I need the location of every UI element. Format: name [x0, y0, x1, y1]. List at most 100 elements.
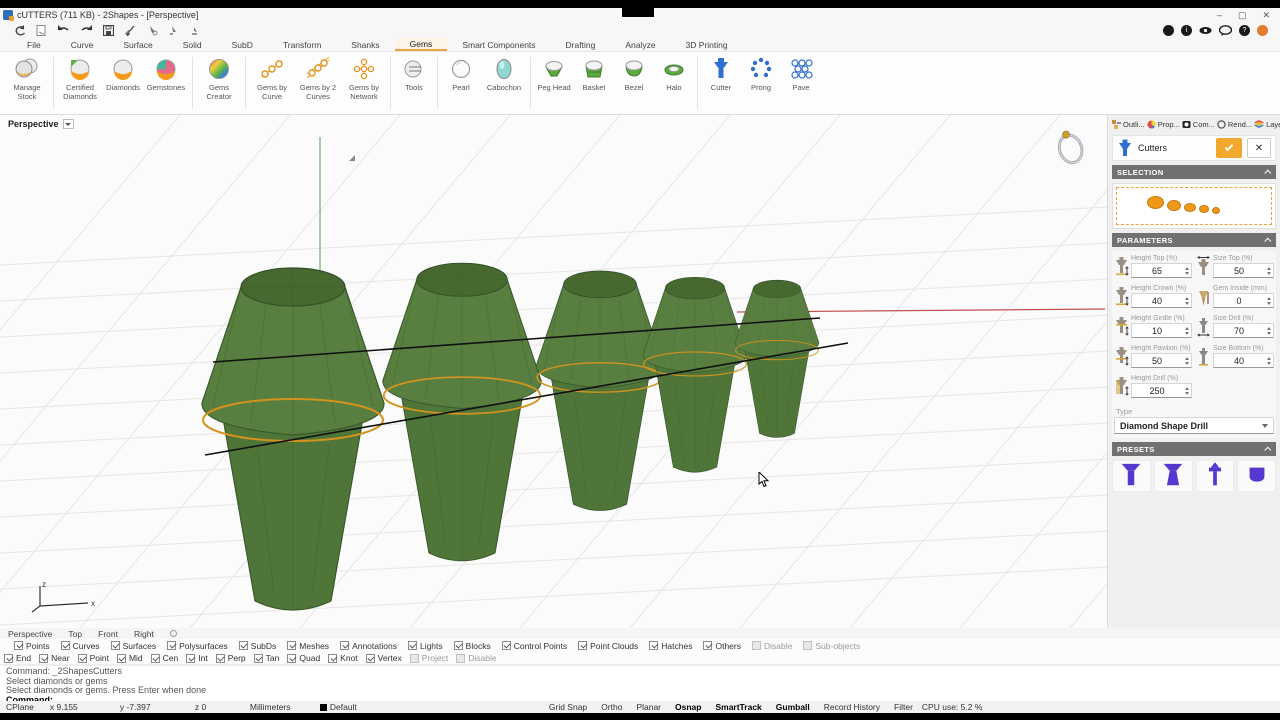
panel-tab-layers[interactable]: Layers — [1254, 120, 1280, 129]
select-window-icon[interactable] — [124, 25, 136, 36]
osnap-project[interactable]: Project — [410, 653, 448, 663]
spinner[interactable] — [1182, 294, 1191, 307]
spinner[interactable] — [1264, 324, 1273, 337]
preset-flared-drill[interactable] — [1154, 460, 1193, 492]
filter-subds[interactable]: SubDs — [239, 641, 277, 651]
spinner[interactable] — [1264, 264, 1273, 277]
selection-section-header[interactable]: SELECTION — [1112, 165, 1276, 179]
viewport-title[interactable]: Perspective — [8, 119, 74, 129]
viewport-menu-caret-icon[interactable] — [63, 119, 74, 129]
redo-icon[interactable] — [80, 25, 93, 36]
spinner[interactable] — [1264, 294, 1273, 307]
units-status[interactable]: Millimeters — [242, 702, 312, 712]
info-icon[interactable]: i — [1181, 25, 1192, 36]
panel-tab-outliner[interactable]: Outli... — [1112, 120, 1145, 129]
height-drill-input[interactable]: 250 — [1131, 383, 1192, 398]
filter-point-clouds[interactable]: Point Clouds — [578, 641, 638, 651]
confirm-button[interactable] — [1216, 138, 1242, 158]
undo-icon[interactable] — [57, 25, 70, 36]
tab-subd[interactable]: SubD — [217, 38, 268, 51]
command-history[interactable]: Command: _2ShapesCutters Select diamonds… — [0, 665, 1280, 701]
ribbon-button-tools[interactable]: Tools — [394, 55, 434, 103]
ribbon-button-halo[interactable]: Halo — [654, 55, 694, 103]
ribbon-button-diamonds[interactable]: Diamonds — [103, 55, 143, 103]
preset-pointed-drill[interactable] — [1196, 460, 1235, 492]
close-button[interactable]: ✕ — [1262, 10, 1270, 21]
toggle-gumball[interactable]: Gumball — [769, 702, 817, 712]
export-icon[interactable] — [36, 25, 47, 36]
size-drill-input[interactable]: 70 — [1213, 323, 1274, 338]
osnap-cen[interactable]: Cen — [151, 653, 179, 663]
record-icon[interactable] — [1163, 25, 1174, 36]
user-avatar[interactable] — [1257, 25, 1268, 36]
height-crown-input[interactable]: 40 — [1131, 293, 1192, 308]
filter-sub-objects[interactable]: Sub-objects — [803, 641, 860, 651]
tab-drafting[interactable]: Drafting — [551, 38, 611, 51]
ribbon-button-peg-head[interactable]: Peg Head — [534, 55, 574, 103]
select-filter-icon[interactable] — [189, 25, 200, 36]
osnap-point[interactable]: Point — [78, 653, 109, 663]
spinner[interactable] — [1264, 354, 1273, 367]
filter-others[interactable]: Others — [703, 641, 741, 651]
osnap-end[interactable]: End — [4, 653, 31, 663]
filter-points[interactable]: Points — [14, 641, 50, 651]
tab-smart-components[interactable]: Smart Components — [447, 38, 550, 51]
chat-icon[interactable] — [1219, 25, 1232, 36]
filter-blocks[interactable]: Blocks — [454, 641, 491, 651]
osnap-quad[interactable]: Quad — [287, 653, 320, 663]
osnap-near[interactable]: Near — [39, 653, 69, 663]
help-icon[interactable]: ? — [1239, 25, 1250, 36]
viewport-canvas[interactable] — [0, 115, 1108, 628]
preset-straight-drill[interactable] — [1112, 460, 1151, 492]
preset-cap-only[interactable] — [1237, 460, 1276, 492]
osnap-vertex[interactable]: Vertex — [366, 653, 402, 663]
panel-tab-render[interactable]: Rend... — [1217, 120, 1252, 129]
tab-solid[interactable]: Solid — [168, 38, 217, 51]
height-top-input[interactable]: 65 — [1131, 263, 1192, 278]
ribbon-button-gems-by-network[interactable]: Gems by Network — [341, 55, 387, 103]
ring-widget[interactable] — [1049, 123, 1091, 167]
viewtab-front[interactable]: Front — [98, 629, 118, 639]
panel-tab-properties[interactable]: Prop... — [1147, 120, 1180, 129]
toggle-grid-snap[interactable]: Grid Snap — [542, 702, 594, 712]
ribbon-button-basket[interactable]: Basket — [574, 55, 614, 103]
viewtab-perspective[interactable]: Perspective — [8, 629, 52, 639]
viewtab-right[interactable]: Right — [134, 629, 154, 639]
filter-disable[interactable]: Disable — [752, 641, 792, 651]
tab-transform[interactable]: Transform — [268, 38, 336, 51]
osnap-perp[interactable]: Perp — [216, 653, 246, 663]
spinner[interactable] — [1182, 354, 1191, 367]
tab-file[interactable]: File — [12, 38, 56, 51]
osnap-tan[interactable]: Tan — [254, 653, 280, 663]
maximize-button[interactable]: ▢ — [1238, 10, 1247, 21]
height-girdle-input[interactable]: 10 — [1131, 323, 1192, 338]
filter-annotations[interactable]: Annotations — [340, 641, 397, 651]
toggle-ortho[interactable]: Ortho — [594, 702, 629, 712]
height-pavilion-input[interactable]: 50 — [1131, 353, 1192, 368]
type-dropdown[interactable]: Diamond Shape Drill — [1114, 417, 1274, 434]
toggle-smarttrack[interactable]: SmartTrack — [708, 702, 768, 712]
filter-lights[interactable]: Lights — [408, 641, 443, 651]
toggle-osnap[interactable]: Osnap — [668, 702, 708, 712]
panel-tab-commands[interactable]: Com... — [1182, 120, 1215, 129]
ribbon-button-prong[interactable]: Prong — [741, 55, 781, 103]
toggle-planar[interactable]: Planar — [629, 702, 668, 712]
active-layer[interactable]: Default — [312, 702, 402, 712]
ribbon-button-gems-by-curve[interactable]: Gems by Curve — [249, 55, 295, 103]
cancel-button[interactable]: ✕ — [1247, 138, 1271, 158]
open-icon[interactable] — [14, 25, 26, 36]
ribbon-button-bezel[interactable]: Bezel — [614, 55, 654, 103]
ribbon-button-gems-creator[interactable]: Gems Creator — [196, 55, 242, 103]
minimize-button[interactable]: – — [1217, 10, 1222, 20]
tab-shanks[interactable]: Shanks — [336, 38, 394, 51]
gem-inside-input[interactable]: 0 — [1213, 293, 1274, 308]
spinner[interactable] — [1182, 264, 1191, 277]
tab-3d-printing[interactable]: 3D Printing — [671, 38, 743, 51]
cplane-status[interactable]: CPlane — [0, 702, 42, 712]
viewtab-top[interactable]: Top — [68, 629, 82, 639]
filter-surfaces[interactable]: Surfaces — [111, 641, 157, 651]
parameters-section-header[interactable]: PARAMETERS — [1112, 233, 1276, 247]
osnap-int[interactable]: Int — [186, 653, 207, 663]
osnap-mid[interactable]: Mid — [117, 653, 143, 663]
ribbon-button-manage-stock[interactable]: Manage Stock — [4, 55, 50, 103]
